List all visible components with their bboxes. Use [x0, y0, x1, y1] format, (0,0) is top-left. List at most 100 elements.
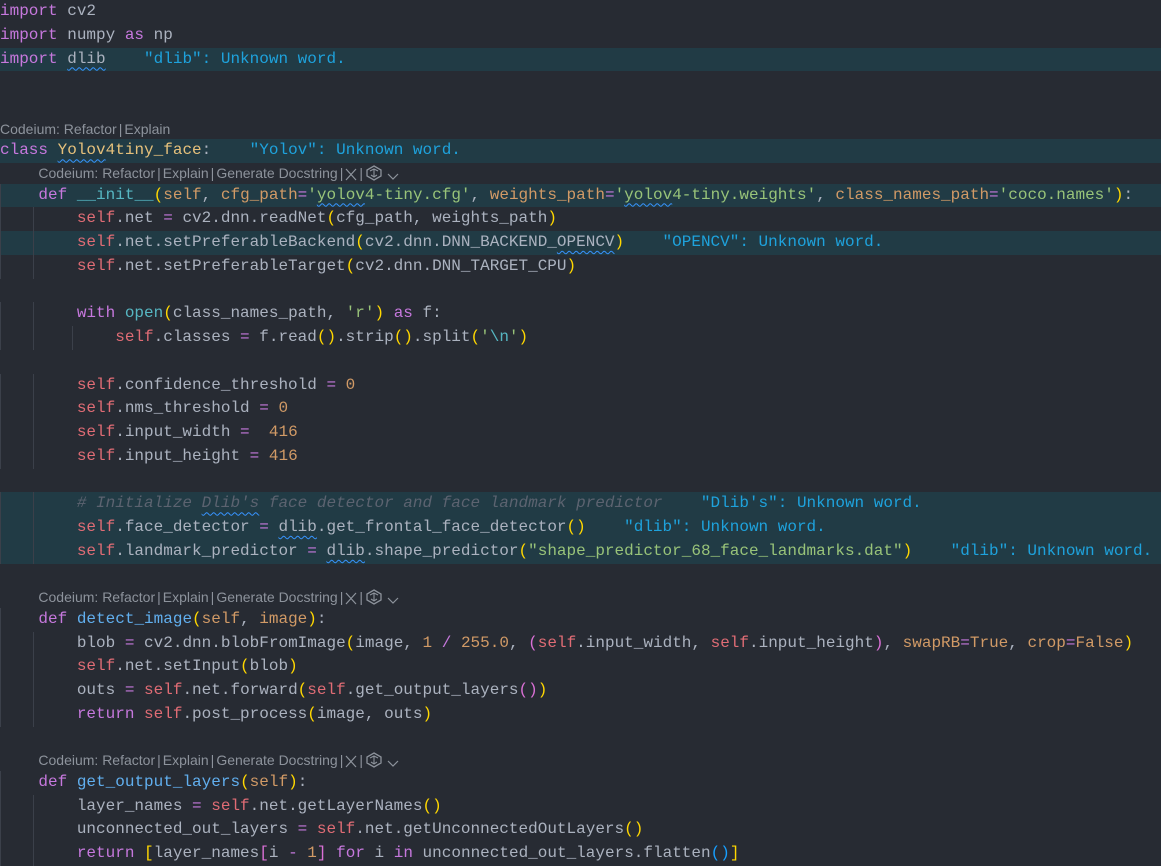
code-token: self	[710, 633, 749, 652]
code-line[interactable]: self.classes = f.read().strip().split('\…	[0, 326, 1161, 350]
diagnostic-message: "dlib": Unknown word.	[585, 518, 826, 536]
code-line[interactable]: self.confidence_threshold = 0	[0, 373, 1161, 398]
lens-action-codeium-refactor[interactable]: Codeium: Refactor	[38, 752, 155, 768]
chevron-down-icon[interactable]	[383, 165, 399, 181]
code-line[interactable]: layer_names = self.net.getLayerNames()	[0, 794, 1161, 819]
code-token: cfg_path	[220, 185, 298, 204]
lens-action-explain[interactable]: Explain	[124, 121, 170, 137]
code-token: .get_frontal_face_detector	[316, 518, 567, 536]
lens-action-explain[interactable]: Explain	[163, 589, 209, 605]
code-line[interactable]: self.landmark_predictor = dlib.shape_pre…	[0, 539, 1161, 564]
code-token: swapRB	[902, 633, 961, 652]
code-token: )	[288, 772, 298, 791]
code-line[interactable]: outs = self.net.forward(self.get_output_…	[0, 679, 1161, 703]
chevron-down-icon[interactable]	[383, 752, 399, 768]
code-token: 0	[278, 399, 289, 418]
code-token: self	[76, 256, 116, 275]
code-token: def	[38, 185, 68, 204]
code-line[interactable]: return [layer_names[i - 1] for i in unco…	[0, 842, 1161, 866]
code-line[interactable]: # Initialize Dlib's face detector and fa…	[0, 492, 1161, 516]
code-line[interactable]: self.input_height = 416	[0, 444, 1161, 469]
code-line[interactable]: def get_output_layers(self):	[0, 770, 1161, 795]
indent-guide	[71, 326, 73, 350]
indent-guide	[0, 326, 1, 350]
code-token: .input_height	[115, 446, 250, 465]
code-token: 4-tiny.cfg'	[364, 185, 471, 204]
code-line[interactable]	[0, 564, 1161, 588]
lens-action-codeium-refactor[interactable]: Codeium: Refactor	[0, 121, 117, 137]
code-line[interactable]: self.input_width = 416	[0, 421, 1161, 445]
code-line[interactable]	[0, 279, 1161, 303]
code-line[interactable]: import numpy as np	[0, 24, 1161, 48]
code-line[interactable]: return self.post_process(image, outs)	[0, 702, 1161, 727]
close-icon[interactable]	[345, 589, 357, 605]
lens-action-explain[interactable]: Explain	[163, 165, 209, 181]
code-token: .split	[412, 328, 471, 346]
code-line[interactable]	[0, 71, 1161, 95]
code-token: )	[902, 541, 913, 560]
code-token: =	[989, 185, 999, 204]
code-line[interactable]: self.net.setInput(blob)	[0, 655, 1161, 679]
code-line[interactable]	[0, 469, 1161, 493]
code-line[interactable]: def __init__(self, cfg_path='yolov4-tiny…	[0, 183, 1161, 208]
code-token: (	[345, 256, 356, 275]
code-line[interactable]: with open(class_names_path, 'r') as f:	[0, 302, 1161, 326]
chevron-down-icon[interactable]	[383, 589, 399, 605]
lens-action-generate-docstring[interactable]: Generate Docstring	[216, 752, 337, 768]
code-line[interactable]: import cv2	[0, 0, 1161, 24]
code-line[interactable]	[0, 350, 1161, 374]
lens-action-explain[interactable]: Explain	[163, 752, 209, 768]
lens-action-generate-docstring[interactable]: Generate Docstring	[216, 165, 337, 181]
code-token: =	[259, 518, 269, 536]
code-line[interactable]: import dlib "dlib": Unknown word.	[0, 47, 1161, 72]
indent-guide	[33, 326, 35, 350]
code-editor[interactable]: import cv2 import numpy as np import dlib …	[0, 0, 1161, 866]
codeium-logo-icon[interactable]	[365, 752, 383, 768]
lens-action-codeium-refactor[interactable]: Codeium: Refactor	[38, 589, 155, 605]
code-token: =	[297, 820, 308, 839]
code-line[interactable]: class Yolov4tiny_face: "Yolov": Unknown …	[0, 139, 1161, 163]
code-token: 'r'	[345, 304, 375, 323]
code-token: ()	[393, 328, 413, 346]
code-token: return	[76, 704, 135, 723]
code-line[interactable]: self.net.setPreferableBackend(cv2.dnn.DN…	[0, 231, 1161, 255]
code-token: .landmark_predictor	[115, 541, 308, 560]
code-token: ,	[816, 185, 836, 204]
lens-action-generate-docstring[interactable]: Generate Docstring	[216, 589, 337, 605]
code-token: [	[259, 844, 269, 862]
code-token: def	[38, 772, 68, 791]
indent-guide	[0, 702, 1, 727]
code-line[interactable]: self.net = cv2.dnn.readNet(cfg_path, wei…	[0, 207, 1161, 231]
code-token: =	[163, 209, 173, 228]
codeium-logo-icon[interactable]	[365, 165, 383, 181]
code-token: :	[201, 141, 212, 160]
code-line[interactable]: self.face_detector = dlib.get_frontal_fa…	[0, 516, 1161, 540]
code-line[interactable]: def detect_image(self, image):	[0, 607, 1161, 632]
codeium-logo-icon[interactable]	[365, 589, 383, 605]
close-icon[interactable]	[345, 165, 357, 181]
code-line[interactable]: self.nms_threshold = 0	[0, 397, 1161, 421]
code-token: ()	[710, 844, 730, 862]
code-line[interactable]: self.net.setPreferableTarget(cv2.dnn.DNN…	[0, 254, 1161, 279]
close-icon[interactable]	[345, 752, 357, 768]
lens-action-codeium-refactor[interactable]: Codeium: Refactor	[38, 165, 155, 181]
code-token: .input_width,	[576, 633, 711, 652]
code-line[interactable]: unconnected_out_layers = self.net.getUnc…	[0, 818, 1161, 842]
code-line[interactable]	[0, 727, 1161, 751]
code-token: f.read	[249, 328, 317, 346]
code-token: =	[249, 446, 260, 465]
code-token: 0	[345, 375, 356, 394]
code-token: dlib	[326, 541, 365, 560]
code-token: ()	[422, 796, 442, 815]
code-token: blob	[0, 633, 125, 652]
code-token: False	[1075, 633, 1124, 652]
code-line[interactable]: blob = cv2.dnn.blobFromImage(image, 1 / …	[0, 631, 1161, 656]
code-line[interactable]	[0, 95, 1161, 119]
indent-guide	[33, 818, 35, 842]
